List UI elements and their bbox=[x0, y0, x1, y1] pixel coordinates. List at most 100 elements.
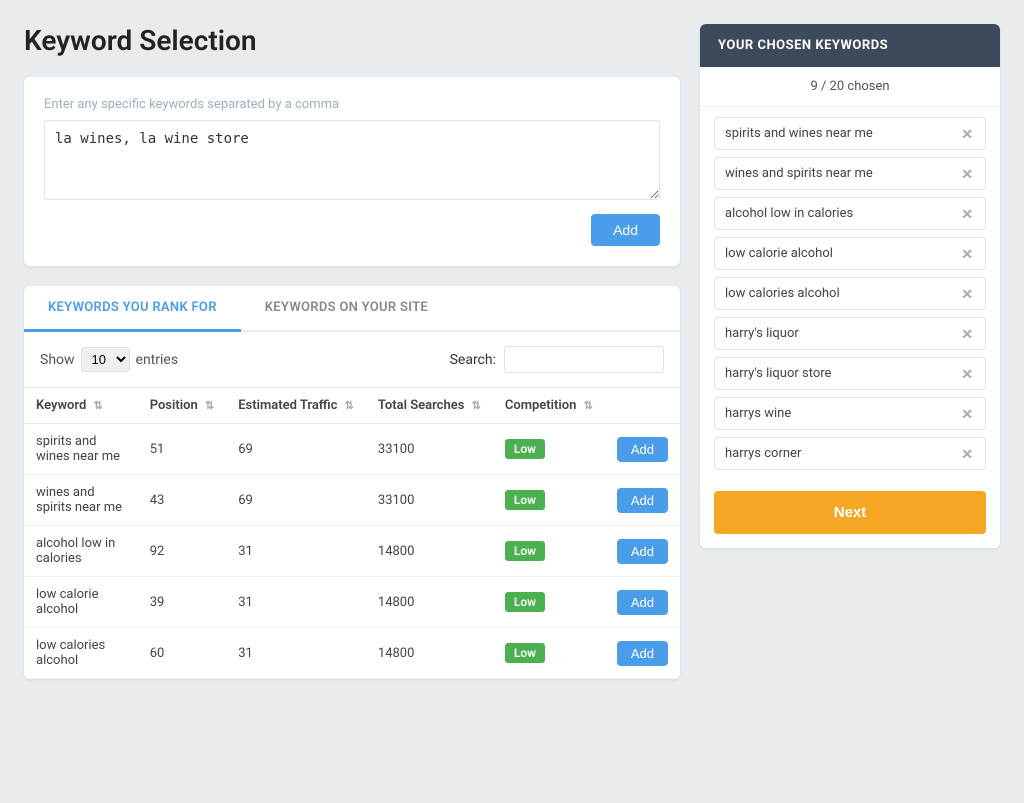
remove-keyword-button[interactable]: ✕ bbox=[959, 127, 975, 141]
cell-keyword: spirits and wines near me bbox=[24, 424, 138, 475]
cell-action: Add bbox=[605, 424, 680, 475]
col-searches: Total Searches ⇅ bbox=[366, 388, 493, 424]
competition-badge: Low bbox=[505, 643, 545, 663]
keyword-tag: low calories alcohol ✕ bbox=[714, 277, 986, 310]
cell-position: 43 bbox=[138, 475, 227, 526]
cell-competition: Low bbox=[493, 526, 605, 577]
keyword-tag-label: wines and spirits near me bbox=[725, 166, 873, 181]
remove-keyword-button[interactable]: ✕ bbox=[959, 407, 975, 421]
row-add-button[interactable]: Add bbox=[617, 437, 668, 462]
keywords-table: Keyword ⇅ Position ⇅ Estimated Traffic ⇅… bbox=[24, 387, 680, 679]
competition-badge: Low bbox=[505, 490, 545, 510]
competition-badge: Low bbox=[505, 439, 545, 459]
keyword-tag-label: harrys wine bbox=[725, 406, 791, 421]
col-traffic: Estimated Traffic ⇅ bbox=[226, 388, 366, 424]
keyword-tag-label: alcohol low in calories bbox=[725, 206, 853, 221]
cell-position: 51 bbox=[138, 424, 227, 475]
table-row: low calorie alcohol 39 31 14800 Low Add bbox=[24, 577, 680, 628]
remove-keyword-button[interactable]: ✕ bbox=[959, 367, 975, 381]
input-label: Enter any specific keywords separated by… bbox=[44, 97, 660, 112]
row-add-button[interactable]: Add bbox=[617, 590, 668, 615]
cell-position: 60 bbox=[138, 628, 227, 679]
tabs-card: KEYWORDS YOU RANK FOR KEYWORDS ON YOUR S… bbox=[24, 286, 680, 679]
tab-keywords-site[interactable]: KEYWORDS ON YOUR SITE bbox=[241, 286, 452, 332]
remove-keyword-button[interactable]: ✕ bbox=[959, 247, 975, 261]
cell-traffic: 69 bbox=[226, 424, 366, 475]
col-position: Position ⇅ bbox=[138, 388, 227, 424]
keyword-tag-label: low calorie alcohol bbox=[725, 246, 833, 261]
cell-competition: Low bbox=[493, 577, 605, 628]
row-add-button[interactable]: Add bbox=[617, 488, 668, 513]
tab-keywords-rank[interactable]: KEYWORDS YOU RANK FOR bbox=[24, 286, 241, 332]
cell-traffic: 31 bbox=[226, 628, 366, 679]
keyword-tag: spirits and wines near me ✕ bbox=[714, 117, 986, 150]
sort-icon-position[interactable]: ⇅ bbox=[205, 399, 214, 412]
keyword-tag-label: low calories alcohol bbox=[725, 286, 840, 301]
cell-competition: Low bbox=[493, 628, 605, 679]
show-label: Show bbox=[40, 352, 75, 368]
cell-searches: 14800 bbox=[366, 577, 493, 628]
remove-keyword-button[interactable]: ✕ bbox=[959, 327, 975, 341]
keyword-tag-label: harry's liquor bbox=[725, 326, 799, 341]
cell-searches: 14800 bbox=[366, 628, 493, 679]
cell-traffic: 69 bbox=[226, 475, 366, 526]
cell-action: Add bbox=[605, 526, 680, 577]
chosen-count: 9 / 20 chosen bbox=[700, 67, 1000, 107]
page-title: Keyword Selection bbox=[24, 24, 680, 57]
cell-position: 39 bbox=[138, 577, 227, 628]
keyword-tag-label: harrys corner bbox=[725, 446, 801, 461]
table-row: spirits and wines near me 51 69 33100 Lo… bbox=[24, 424, 680, 475]
cell-keyword: low calorie alcohol bbox=[24, 577, 138, 628]
tabs-header: KEYWORDS YOU RANK FOR KEYWORDS ON YOUR S… bbox=[24, 286, 680, 332]
sort-icon-searches[interactable]: ⇅ bbox=[472, 399, 481, 412]
cell-keyword: low calories alcohol bbox=[24, 628, 138, 679]
remove-keyword-button[interactable]: ✕ bbox=[959, 167, 975, 181]
table-row: low calories alcohol 60 31 14800 Low Add bbox=[24, 628, 680, 679]
keyword-tag: harry's liquor ✕ bbox=[714, 317, 986, 350]
keyword-tag: alcohol low in calories ✕ bbox=[714, 197, 986, 230]
keyword-input-card: Enter any specific keywords separated by… bbox=[24, 77, 680, 266]
sort-icon-traffic[interactable]: ⇅ bbox=[345, 399, 354, 412]
cell-searches: 33100 bbox=[366, 424, 493, 475]
cell-position: 92 bbox=[138, 526, 227, 577]
cell-action: Add bbox=[605, 577, 680, 628]
row-add-button[interactable]: Add bbox=[617, 641, 668, 666]
competition-badge: Low bbox=[505, 592, 545, 612]
keyword-tag-label: harry's liquor store bbox=[725, 366, 831, 381]
cell-keyword: alcohol low in calories bbox=[24, 526, 138, 577]
keyword-tag: harry's liquor store ✕ bbox=[714, 357, 986, 390]
cell-traffic: 31 bbox=[226, 526, 366, 577]
row-add-button[interactable]: Add bbox=[617, 539, 668, 564]
search-group: Search: bbox=[450, 346, 664, 373]
cell-competition: Low bbox=[493, 475, 605, 526]
entries-label: entries bbox=[136, 352, 179, 368]
keyword-tag: harrys wine ✕ bbox=[714, 397, 986, 430]
keyword-tag-label: spirits and wines near me bbox=[725, 126, 873, 141]
show-entries-group: Show 10 25 50 entries bbox=[40, 347, 178, 372]
col-action bbox=[605, 388, 680, 424]
competition-badge: Low bbox=[505, 541, 545, 561]
sort-icon-keyword[interactable]: ⇅ bbox=[94, 399, 103, 412]
table-search-input[interactable] bbox=[504, 346, 664, 373]
search-label: Search: bbox=[450, 352, 496, 368]
col-keyword: Keyword ⇅ bbox=[24, 388, 138, 424]
table-row: wines and spirits near me 43 69 33100 Lo… bbox=[24, 475, 680, 526]
cell-keyword: wines and spirits near me bbox=[24, 475, 138, 526]
table-row: alcohol low in calories 92 31 14800 Low … bbox=[24, 526, 680, 577]
cell-searches: 33100 bbox=[366, 475, 493, 526]
col-competition: Competition ⇅ bbox=[493, 388, 605, 424]
next-button[interactable]: Next bbox=[714, 491, 986, 534]
chosen-keywords-header: YOUR CHOSEN KEYWORDS bbox=[700, 24, 1000, 67]
keyword-tag: harrys corner ✕ bbox=[714, 437, 986, 470]
sidebar-panel: YOUR CHOSEN KEYWORDS 9 / 20 chosen spiri… bbox=[700, 24, 1000, 679]
add-keyword-button[interactable]: Add bbox=[591, 214, 660, 246]
remove-keyword-button[interactable]: ✕ bbox=[959, 287, 975, 301]
keyword-tag-list: spirits and wines near me ✕ wines and sp… bbox=[700, 107, 1000, 487]
remove-keyword-button[interactable]: ✕ bbox=[959, 447, 975, 461]
keyword-tag: wines and spirits near me ✕ bbox=[714, 157, 986, 190]
sort-icon-competition[interactable]: ⇅ bbox=[584, 399, 593, 412]
remove-keyword-button[interactable]: ✕ bbox=[959, 207, 975, 221]
keyword-textarea[interactable]: la wines, la wine store bbox=[44, 120, 660, 200]
cell-competition: Low bbox=[493, 424, 605, 475]
entries-select[interactable]: 10 25 50 bbox=[81, 347, 130, 372]
